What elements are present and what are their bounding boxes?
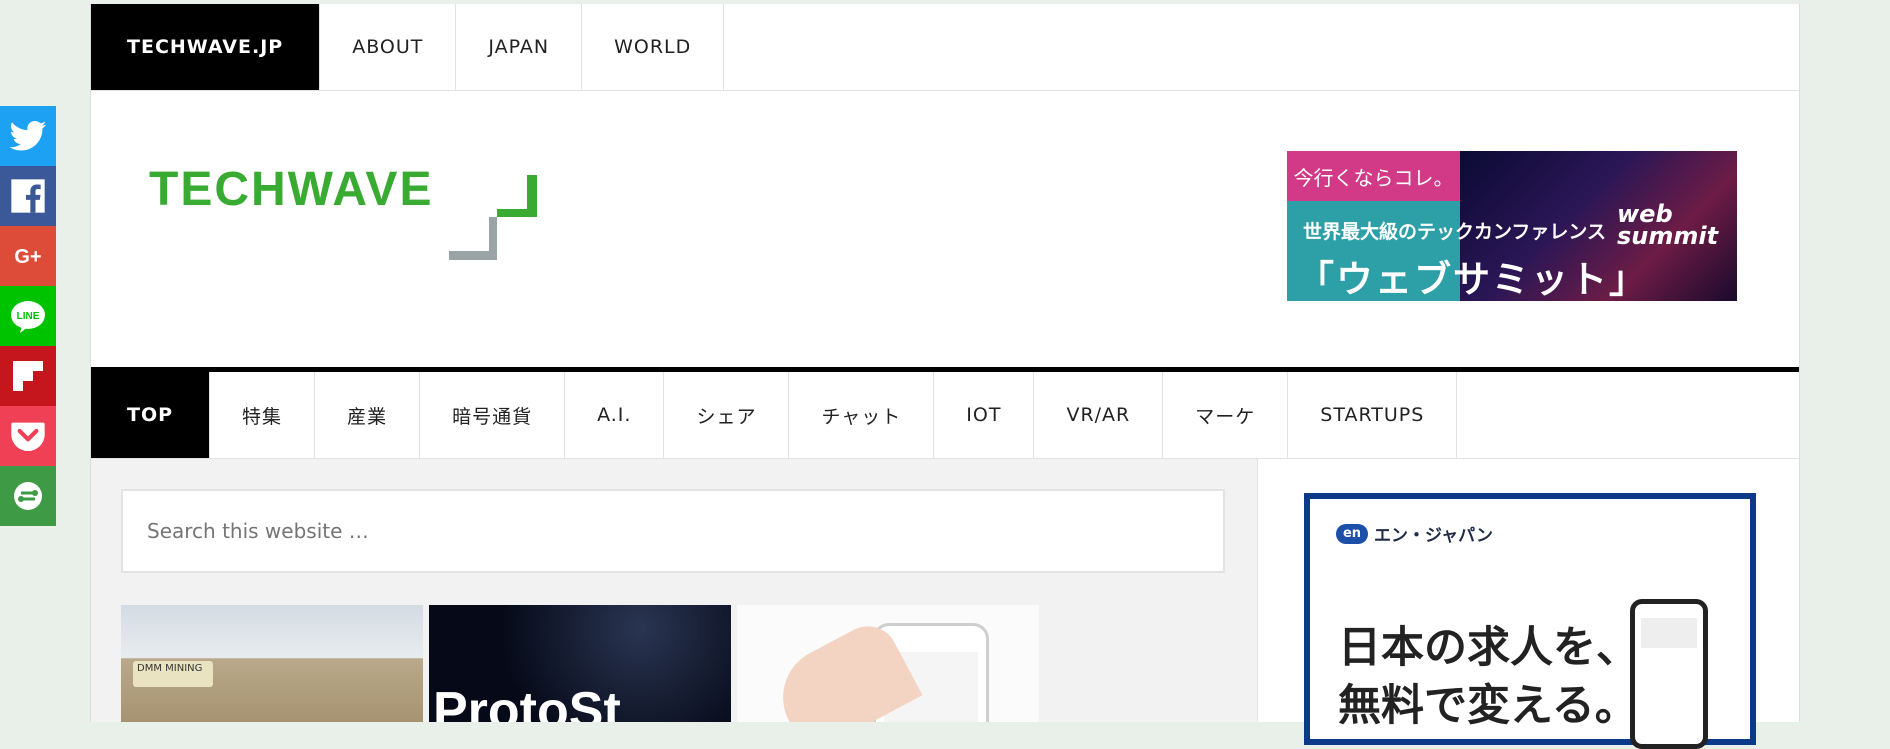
websummit-logo: web summit [1617, 202, 1719, 250]
svg-text:G+: G+ [14, 246, 41, 268]
site-logo[interactable]: TECHWAVE [149, 163, 549, 269]
banner-line2: 「ウェブサミット」 [1297, 258, 1648, 301]
websummit-logo-bottom: summit [1617, 222, 1719, 250]
site-container: TECHWAVE.JP ABOUT JAPAN WORLD TECHWAVE 今… [90, 4, 1800, 749]
banner-tag: 今行くならコレ。 [1287, 151, 1460, 201]
more-share-button[interactable] [0, 466, 56, 526]
twitter-share-button[interactable] [0, 106, 56, 166]
sidebar-ad-headline: 日本の求人を、 無料で変える。 [1338, 619, 1639, 735]
main-navigation: TOP 特集 産業 暗号通貨 A.I. シェア チャット IOT VR/AR マ… [91, 372, 1799, 459]
topnav-item-world[interactable]: WORLD [582, 4, 725, 90]
main-content: DMM MINING ProtoSt [91, 459, 1258, 722]
en-japan-logo-icon: en [1336, 523, 1368, 544]
en-japan-brand-text: エン・ジャパン [1374, 526, 1493, 546]
twitter-icon [9, 121, 47, 151]
mainnav-item-share[interactable]: シェア [664, 372, 790, 458]
site-header: TECHWAVE 今行くならコレ。 世界最大級のテックカンファレンス 「ウェブサ… [91, 91, 1799, 372]
facebook-share-button[interactable] [0, 166, 56, 226]
svg-text:LINE: LINE [17, 311, 40, 322]
line-share-button[interactable]: LINE [0, 286, 56, 346]
share-more-icon [14, 482, 42, 510]
flipboard-share-button[interactable] [0, 346, 56, 406]
topnav-item-japan[interactable]: JAPAN [456, 4, 583, 90]
facebook-icon [11, 179, 45, 213]
en-japan-brand: en エン・ジャパン [1336, 521, 1493, 546]
banner-line1: 世界最大級のテックカンファレンス [1303, 221, 1607, 243]
share-sidebar: G+ LINE [0, 106, 56, 526]
topnav-item-about[interactable]: ABOUT [320, 4, 457, 90]
techwave-logo-graphic: TECHWAVE [149, 163, 537, 260]
sidebar-ad-line1: 日本の求人を、 [1338, 623, 1639, 673]
mainnav-item-chat[interactable]: チャット [789, 372, 935, 458]
search-input[interactable] [121, 489, 1225, 573]
sidebar-ad-line2: 無料で変える。 [1338, 681, 1638, 731]
mainnav-item-vrar[interactable]: VR/AR [1034, 372, 1164, 458]
sidebar-phone-graphic [1630, 599, 1708, 749]
mainnav-item-startups[interactable]: STARTUPS [1288, 372, 1458, 458]
mainnav-item-marketing[interactable]: マーケ [1163, 372, 1289, 458]
mainnav-item-industry[interactable]: 産業 [315, 372, 421, 458]
top-navigation: TECHWAVE.JP ABOUT JAPAN WORLD [91, 4, 1799, 91]
thumb-title-text: ProtoSt [433, 682, 621, 722]
logo-text: TECHWAVE [149, 165, 433, 216]
websummit-banner-ad[interactable]: 今行くならコレ。 世界最大級のテックカンファレンス 「ウェブサミット」 web … [1287, 151, 1737, 301]
google-plus-icon: G+ [14, 246, 41, 268]
topnav-brand-link[interactable]: TECHWAVE.JP [91, 4, 321, 90]
pocket-icon [11, 422, 45, 451]
mainnav-item-features[interactable]: 特集 [210, 372, 316, 458]
mainnav-item-ai[interactable]: A.I. [565, 372, 665, 458]
pocket-share-button[interactable] [0, 406, 56, 466]
google-plus-share-button[interactable]: G+ [0, 226, 56, 286]
article-thumbnail-1[interactable]: DMM MINING [121, 605, 423, 722]
article-thumbnail-3[interactable] [737, 605, 1039, 722]
mainnav-item-top[interactable]: TOP [91, 372, 211, 458]
flipboard-icon [13, 361, 43, 391]
article-thumbnail-2[interactable]: ProtoSt [429, 605, 731, 722]
mainnav-item-crypto[interactable]: 暗号通貨 [420, 372, 566, 458]
en-japan-sidebar-ad[interactable]: en エン・ジャパン 日本の求人を、 無料で変える。 [1304, 493, 1756, 749]
thumb-sign: DMM MINING [133, 661, 213, 687]
line-icon: LINE [11, 301, 45, 333]
mainnav-item-iot[interactable]: IOT [934, 372, 1035, 458]
